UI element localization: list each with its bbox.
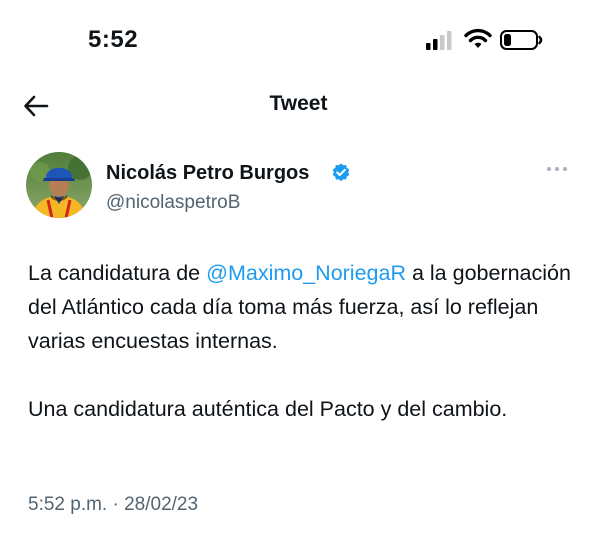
status-time: 5:52	[88, 26, 139, 53]
tweet-paragraph-2: Una candidatura auténtica del Pacto y de…	[28, 397, 508, 421]
author-display-name[interactable]: Nicolás Petro Burgos	[106, 162, 309, 185]
page-title: Tweet	[269, 92, 328, 115]
avatar[interactable]	[26, 152, 92, 218]
tweet-author: Nicolás Petro Burgos @nicolaspetroB	[0, 148, 597, 228]
battery-icon	[500, 30, 543, 50]
tweet-timestamp[interactable]: 5:52 p.m. · 28/02/23	[28, 494, 198, 516]
verified-badge-icon	[332, 163, 350, 182]
more-options-icon[interactable]	[546, 164, 568, 174]
mention-link[interactable]: @Maximo_NoriegaR	[206, 261, 406, 285]
author-handle[interactable]: @nicolaspetroB	[106, 192, 240, 214]
tweet-text: La candidatura de @Maximo_NoriegaR a la …	[28, 256, 576, 426]
tweet-text-part: La candidatura de	[28, 261, 207, 285]
cellular-signal-icon	[426, 31, 452, 50]
status-bar: 5:52	[0, 0, 597, 80]
tweet-paragraph-1: La candidatura de @Maximo_NoriegaR a la …	[28, 256, 576, 358]
wifi-icon	[464, 28, 492, 48]
nav-bar: Tweet	[0, 80, 597, 140]
avatar-photo	[26, 152, 92, 218]
